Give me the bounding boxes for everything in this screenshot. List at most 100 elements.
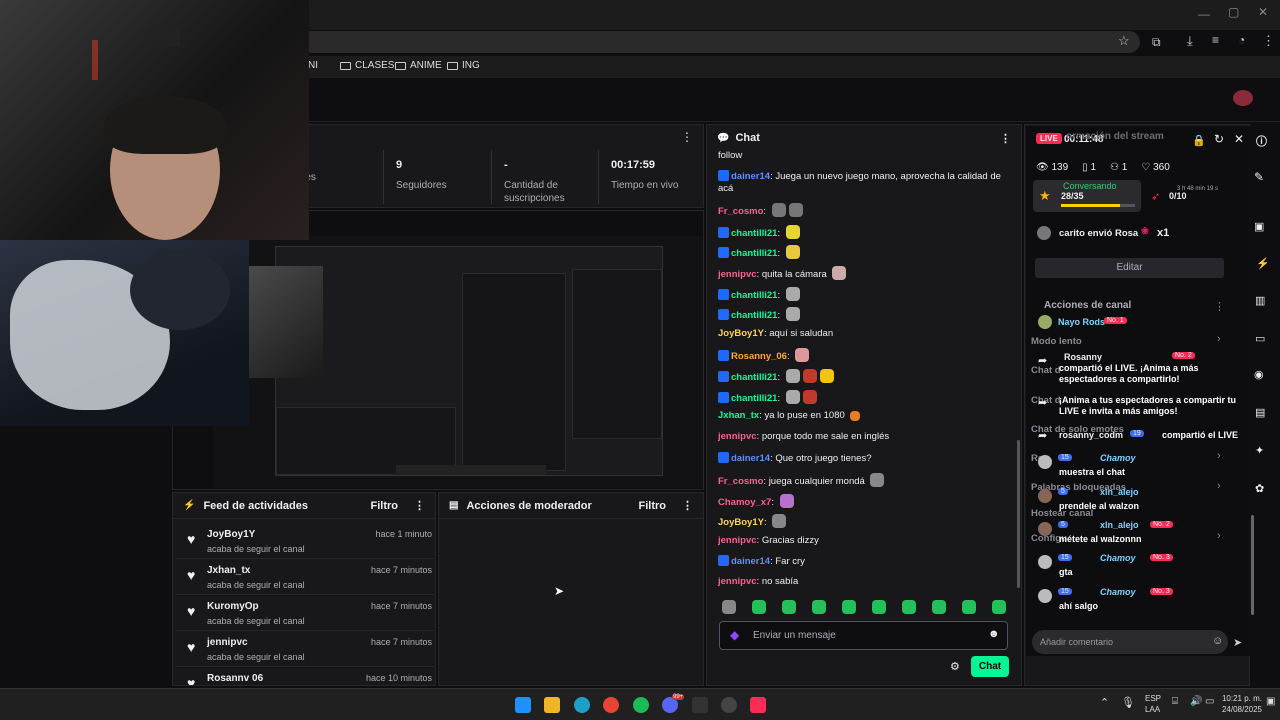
chat-user[interactable]: jennipvc: [718, 576, 757, 587]
emoji-icon[interactable]: ☻: [988, 628, 1000, 640]
chat-user[interactable]: dainer14: [731, 171, 770, 182]
lock-icon[interactable]: 🔒: [1192, 134, 1206, 147]
chat-input[interactable]: ◆ Enviar un mensaje ☻: [719, 621, 1008, 650]
chrome-icon[interactable]: [603, 697, 619, 713]
chat-user[interactable]: chantilli21: [731, 310, 777, 321]
comment-user[interactable]: Chamoy: [1100, 453, 1136, 463]
maximize-icon[interactable]: ▢: [1228, 5, 1239, 19]
chat-user[interactable]: jennipvc: [718, 431, 757, 442]
close-overlay-icon[interactable]: ✕: [1234, 132, 1244, 146]
comment-user[interactable]: xln_alejo: [1100, 487, 1139, 497]
comment-user[interactable]: rosanny_codm: [1059, 430, 1123, 440]
emote-icon[interactable]: [812, 600, 826, 614]
stats-menu-icon[interactable]: ⋮: [681, 130, 693, 144]
volume-icon[interactable]: 🔊: [1190, 696, 1202, 707]
emote-icon[interactable]: [722, 600, 736, 614]
chat-user[interactable]: Jxhan_tx: [718, 410, 759, 421]
mod-menu-icon[interactable]: ⋮: [682, 499, 693, 512]
chevron-up-icon[interactable]: ⌃: [1100, 696, 1109, 709]
clock-date[interactable]: 24/08/2025: [1212, 705, 1262, 714]
chat-user[interactable]: JoyBoy1Y: [718, 328, 764, 339]
emote-icon[interactable]: [752, 600, 766, 614]
clock-time[interactable]: 10:21 p. m.: [1212, 694, 1262, 703]
star-icon[interactable]: ☆: [1118, 33, 1130, 49]
chat-user[interactable]: chantilli21: [731, 228, 777, 239]
channel-actions-menu-icon[interactable]: ⋮: [1214, 300, 1225, 313]
stream-preview-video[interactable]: [213, 236, 703, 488]
close-window-icon[interactable]: ✕: [1258, 5, 1268, 19]
profile-icon[interactable]: ◔: [1238, 33, 1245, 47]
list-item[interactable]: ♥ KuromyOp acaba de seguir el canal hace 7 …: [176, 595, 434, 631]
emote-icon[interactable]: [782, 600, 796, 614]
chat-user[interactable]: dainer14: [731, 453, 770, 464]
book-icon[interactable]: ▥: [1255, 294, 1265, 307]
address-bar[interactable]: ☆: [300, 31, 1140, 53]
bookmark-ni[interactable]: NI: [308, 60, 318, 71]
comment-user[interactable]: Chamoy: [1100, 553, 1136, 563]
bookmark-anime[interactable]: ANIME: [395, 60, 442, 71]
refresh-icon[interactable]: ↻: [1214, 132, 1224, 146]
windows-start-icon[interactable]: [515, 697, 531, 713]
wrench-icon[interactable]: ✦: [1255, 444, 1264, 457]
info-icon[interactable]: ⓘ: [1256, 133, 1267, 149]
bookmark-clases[interactable]: CLASES: [340, 60, 394, 71]
list-item[interactable]: ♥ Rosannv 06 hace 10 minutos: [176, 667, 434, 685]
list-item[interactable]: ♥ JoyBoy1Y acaba de seguir el canal hace 1 …: [176, 523, 434, 559]
chat-menu-icon[interactable]: ⋮: [1000, 132, 1011, 145]
layers-icon[interactable]: ▤: [1255, 406, 1265, 419]
emoji-icon[interactable]: ☺: [1212, 635, 1223, 647]
bits-icon[interactable]: ◆: [730, 628, 739, 642]
emote-icon[interactable]: [902, 600, 916, 614]
broadcast-icon[interactable]: ◉: [1254, 368, 1264, 381]
emote-icon[interactable]: [932, 600, 946, 614]
chat-user[interactable]: jennipvc: [718, 535, 757, 546]
list-item[interactable]: ♥ jennipvc acaba de seguir el canal hace 7 …: [176, 631, 434, 667]
chat-user[interactable]: jennipvc: [718, 269, 757, 280]
comment-input[interactable]: Añadir comentario ☺: [1032, 630, 1228, 654]
chat-user[interactable]: Fr_cosmo: [718, 476, 763, 487]
message-icon[interactable]: ▭: [1255, 332, 1265, 345]
minimize-icon[interactable]: —: [1198, 7, 1210, 21]
edge-icon[interactable]: [574, 697, 590, 713]
queue-icon[interactable]: ≡: [1212, 33, 1219, 47]
chat-user[interactable]: JoyBoy1Y: [718, 517, 764, 528]
comment-user[interactable]: Chamoy: [1100, 587, 1136, 597]
palette-icon[interactable]: ✿: [1255, 482, 1264, 495]
chat-user[interactable]: dainer14: [731, 556, 770, 567]
comment-user[interactable]: Rosanny: [1064, 352, 1102, 362]
goal-card[interactable]: ★ Conversando 28/35: [1033, 180, 1141, 212]
chat-user[interactable]: Fr_cosmo: [718, 206, 763, 217]
menu-dots-icon[interactable]: ⋮: [1262, 33, 1275, 49]
tiktok-studio-icon[interactable]: [692, 697, 708, 713]
edit-button[interactable]: Editar: [1035, 258, 1224, 278]
user-avatar[interactable]: [1233, 90, 1253, 106]
extensions-icon[interactable]: ⧉: [1152, 35, 1161, 50]
chat-user[interactable]: chantilli21: [731, 372, 777, 383]
send-icon[interactable]: ➤: [1233, 636, 1242, 649]
emote-icon[interactable]: [872, 600, 886, 614]
bookmark-ing[interactable]: ING: [447, 60, 480, 71]
list-item[interactable]: ♥ Jxhan_tx acaba de seguir el canal hace 7 …: [176, 559, 434, 595]
lightning-icon[interactable]: ⚡: [1256, 257, 1270, 270]
file-explorer-icon[interactable]: [544, 697, 560, 713]
emote-icon[interactable]: [992, 600, 1006, 614]
microphone-icon[interactable]: 🎙: [1121, 696, 1135, 709]
chat-user[interactable]: chantilli21: [731, 248, 777, 259]
network-icon[interactable]: ⌸: [1172, 696, 1178, 707]
comment-user[interactable]: Nayo Rods: [1058, 317, 1105, 327]
chat-settings-icon[interactable]: ⚙: [950, 660, 960, 673]
obs-icon[interactable]: [721, 697, 737, 713]
emote-icon[interactable]: [962, 600, 976, 614]
spotify-icon[interactable]: [633, 697, 649, 713]
chat-scrollbar[interactable]: [1017, 440, 1020, 588]
emote-icon[interactable]: [842, 600, 856, 614]
chat-send-button[interactable]: Chat: [971, 656, 1009, 677]
chat-user[interactable]: chantilli21: [731, 393, 777, 404]
feed-filter-button[interactable]: Filtro: [371, 500, 399, 512]
download-icon[interactable]: ⤓: [1187, 33, 1193, 49]
language-indicator[interactable]: ESP: [1145, 694, 1161, 703]
notification-icon[interactable]: ▣: [1266, 696, 1275, 707]
pencil-icon[interactable]: ✎: [1254, 170, 1264, 184]
chat-user[interactable]: Rosanny_06: [731, 351, 787, 362]
feed-menu-icon[interactable]: ⋮: [414, 499, 425, 512]
